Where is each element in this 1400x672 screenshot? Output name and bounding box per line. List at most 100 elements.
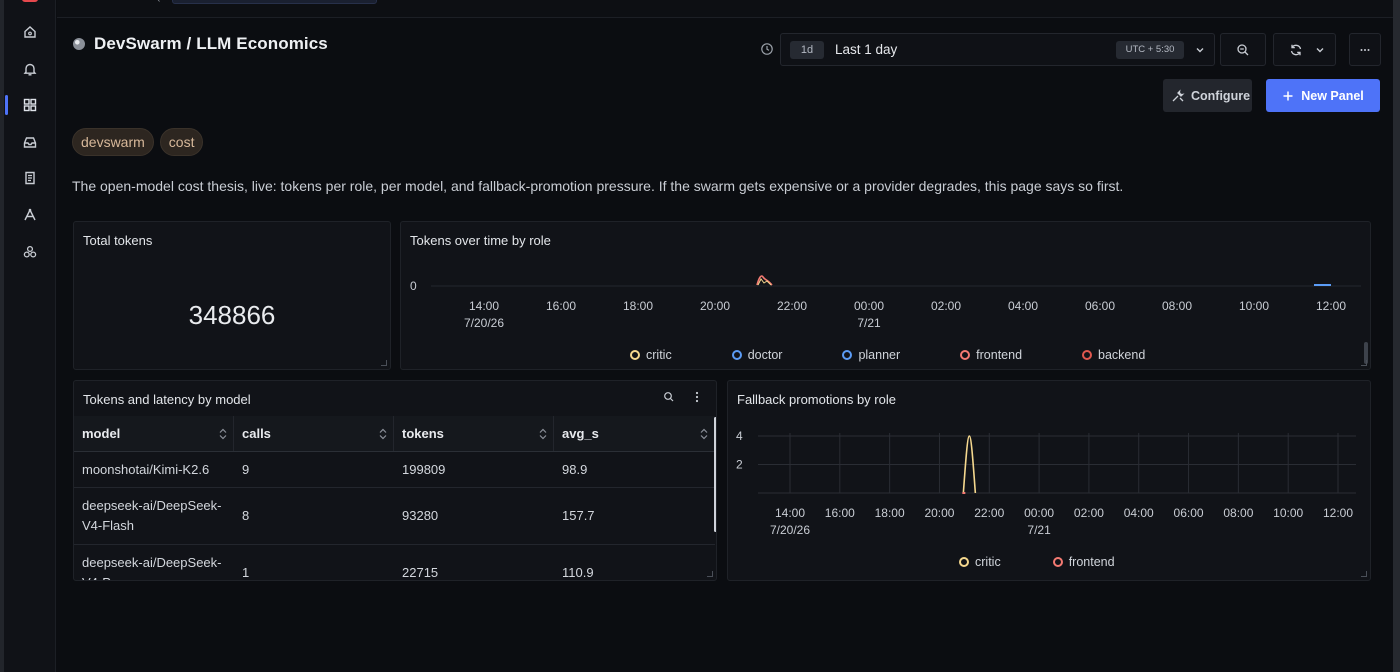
x-tick-label: 00:00: [1024, 506, 1054, 520]
legend-label: frontend: [976, 348, 1023, 362]
x-tick-label: 14:00: [469, 299, 499, 313]
x-tick-sublabel: 7/21: [1027, 523, 1051, 537]
resize-handle[interactable]: [381, 360, 387, 366]
x-tick-label: 04:00: [1008, 299, 1038, 313]
home-icon[interactable]: [4, 18, 56, 46]
panel-title: Tokens and latency by model: [83, 392, 251, 407]
x-tick-label: 16:00: [546, 299, 576, 313]
sort-icon[interactable]: [539, 428, 547, 440]
stat-value: 348866: [188, 300, 276, 330]
kebab-menu-icon[interactable]: [690, 390, 704, 404]
chevron-down-icon[interactable]: [1193, 43, 1207, 57]
top-strip: ‹: [57, 0, 1400, 18]
chevron-down-icon[interactable]: [1313, 43, 1327, 57]
legend-item-frontend[interactable]: frontend: [1052, 555, 1115, 569]
tag-devswarm[interactable]: devswarm: [72, 128, 154, 156]
x-tick-label: 02:00: [931, 299, 961, 313]
column-header[interactable]: model: [74, 416, 234, 451]
panel-fallback-promotions[interactable]: Fallback promotions by role 4 2 14:00 7/20/…: [727, 380, 1371, 581]
legend-item-frontend[interactable]: frontend: [960, 348, 1022, 362]
resize-handle[interactable]: [1361, 360, 1367, 366]
timezone-badge[interactable]: UTC + 5:30: [1116, 41, 1184, 59]
integrations-icon[interactable]: [4, 238, 56, 266]
y-tick-label: 4: [736, 429, 743, 443]
logs-icon[interactable]: [4, 164, 56, 192]
cell-model: deepseek-ai/DeepSeek-V4-Flash: [82, 498, 222, 533]
table-row[interactable]: moonshotai/Kimi-K2.6 9 199809 98.9: [74, 452, 715, 488]
column-header[interactable]: avg_s: [554, 416, 714, 451]
resize-handle[interactable]: [707, 571, 713, 577]
column-header[interactable]: tokens: [394, 416, 554, 451]
range-label: Last 1 day: [835, 42, 898, 57]
breadcrumb[interactable]: [172, 0, 377, 4]
legend-dot: [630, 350, 640, 360]
chart-legend: critic frontend: [959, 555, 1115, 569]
alerts-icon[interactable]: [4, 55, 56, 83]
fallback-chart[interactable]: 4 2 14:00 7/20/26 16:00 18:00 20:00 22:00 00:00 7…: [728, 381, 1371, 581]
refresh-button[interactable]: [1273, 33, 1336, 66]
x-tick-label: 22:00: [777, 299, 807, 313]
x-tick-label: 02:00: [1074, 506, 1104, 520]
x-tick-label: 00:00: [854, 299, 884, 313]
panel-tokens-over-time[interactable]: Tokens over time by role 0 14:00 7/20/26 16…: [400, 221, 1371, 370]
legend-label: critic: [646, 348, 672, 362]
legend-label: frontend: [1068, 555, 1115, 569]
time-range-picker[interactable]: 1d Last 1 day UTC + 5:30: [780, 33, 1215, 66]
legend-item-critic[interactable]: critic: [630, 348, 672, 362]
zoom-out-button[interactable]: [1220, 33, 1266, 66]
more-button[interactable]: [1349, 33, 1381, 66]
search-icon[interactable]: [662, 390, 676, 404]
y-tick-label: 0: [410, 279, 417, 293]
breadcrumb-chevron-icon: ‹: [157, 0, 160, 5]
column-header[interactable]: calls: [234, 416, 394, 451]
panel-model-table[interactable]: Tokens and latency by model model calls …: [73, 380, 717, 581]
refresh-icon: [1290, 44, 1301, 55]
legend-dot: [731, 350, 742, 360]
cell-model: moonshotai/Kimi-K2.6: [82, 461, 210, 477]
panel-total-tokens[interactable]: Total tokens 348866: [73, 221, 391, 370]
cell-avg-s: 157.7: [562, 508, 595, 523]
cell-tokens: 93280: [402, 508, 439, 523]
sort-icon[interactable]: [219, 428, 227, 440]
legend-item-critic[interactable]: critic: [959, 555, 1001, 569]
tools-icon: [1172, 88, 1185, 101]
x-tick-label: 18:00: [875, 506, 905, 520]
panel-title: Total tokens: [83, 233, 153, 248]
window-scrollbar[interactable]: [1393, 0, 1400, 672]
legend-dot: [1082, 350, 1093, 360]
legend-label: doctor: [747, 348, 783, 362]
sort-icon[interactable]: [379, 428, 387, 440]
inbox-icon[interactable]: [4, 128, 56, 156]
table-scrollbar[interactable]: [714, 417, 716, 532]
legend-dot: [960, 350, 971, 360]
legend-label: backend: [1098, 348, 1146, 362]
sort-icon[interactable]: [700, 428, 708, 440]
table-row[interactable]: deepseek-ai/DeepSeek-V4-Pro 1 22715 110.…: [74, 545, 715, 580]
x-tick-sublabel: 7/20/26: [464, 316, 504, 330]
x-tick-label: 18:00: [623, 299, 653, 313]
table-row[interactable]: deepseek-ai/DeepSeek-V4-Flash 8 93280 15…: [74, 488, 715, 545]
cell-calls: 1: [242, 565, 250, 580]
page-title: DevSwarm / LLM Economics: [94, 34, 328, 53]
x-tick-sublabel: 7/21: [857, 316, 881, 330]
configure-button[interactable]: Configure: [1163, 79, 1252, 112]
explore-icon[interactable]: [4, 201, 56, 229]
logo[interactable]: [22, 0, 38, 2]
cell-calls: 9: [242, 461, 250, 477]
resize-handle[interactable]: [1361, 571, 1367, 577]
dashboards-icon[interactable]: [4, 91, 56, 119]
x-tick-label: 22:00: [974, 506, 1004, 520]
x-tick-sublabel: 7/20/26: [770, 523, 810, 537]
cell-tokens: 199809: [402, 461, 446, 477]
tag-cost[interactable]: cost: [159, 128, 204, 156]
legend-item-planner[interactable]: planner: [842, 348, 900, 362]
cell-avg-s: 98.9: [562, 461, 588, 477]
new-panel-button[interactable]: New Panel: [1266, 79, 1380, 112]
legend-label: planner: [858, 348, 901, 362]
cell-avg-s: 110.9: [562, 565, 594, 580]
legend-item-backend[interactable]: backend: [1082, 348, 1145, 362]
clock-icon: [761, 43, 773, 55]
cell-model: deepseek-ai/DeepSeek-V4-Pro: [82, 555, 222, 580]
legend-item-doctor[interactable]: doctor: [731, 348, 783, 362]
y-tick-label: 2: [736, 458, 743, 472]
